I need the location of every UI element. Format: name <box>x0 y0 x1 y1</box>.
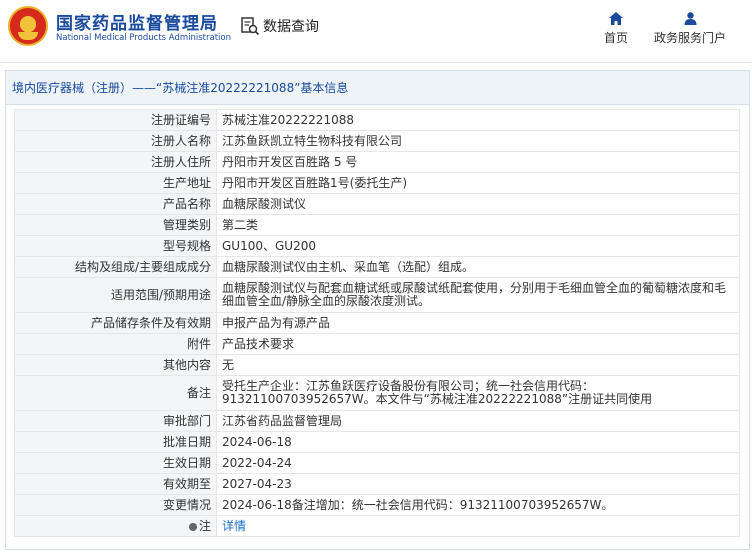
table-row: 备注 受托生产企业：江苏鱼跃医疗设备股份有限公司；统一社会信用代码：9132110… <box>14 375 740 411</box>
table-row: 管理类别 第二类 <box>14 214 740 236</box>
row-value: 苏械注准20222221088 <box>216 109 740 131</box>
row-value: 江苏省药品监督管理局 <box>216 410 740 432</box>
panel-title: 境内医疗器械（注册）——“苏械注准20222221088”基本信息 <box>6 71 749 105</box>
table-row: 适用范围/预期用途 血糖尿酸测试仪与配套血糖试纸或尿酸试纸配套使用，分别用于毛细血… <box>14 277 740 313</box>
table-row: 注册人名称 江苏鱼跃凯立特生物科技有限公司 <box>14 130 740 152</box>
table-row: 有效期至 2027-04-23 <box>14 473 740 495</box>
row-value: 丹阳市开发区百胜路1号(委托生产) <box>216 172 740 194</box>
row-label: 批准日期 <box>14 431 217 453</box>
row-label: 注册人住所 <box>14 151 217 173</box>
row-label: 注册人名称 <box>14 130 217 152</box>
site-header: 国家药品监督管理局 National Medical Products Admi… <box>0 0 752 58</box>
registration-info-table: 注册证编号 苏械注准20222221088 注册人名称 江苏鱼跃凯立特生物科技有限公… <box>14 109 740 537</box>
row-label: 变更情况 <box>14 494 217 516</box>
data-query-title[interactable]: 数据查询 <box>240 16 319 36</box>
table-row: 注册人住所 丹阳市开发区百胜路 5 号 <box>14 151 740 173</box>
table-row: 其他内容无 <box>14 354 740 376</box>
brand-name-en[interactable]: National Medical Products Administration <box>56 33 231 43</box>
row-value: 第二类 <box>216 214 740 236</box>
table-row: 产品名称 血糖尿酸测试仪 <box>14 193 740 215</box>
table-row: 审批部门 江苏省药品监督管理局 <box>14 410 740 432</box>
national-emblem-logo[interactable] <box>8 6 48 46</box>
row-label: 备注 <box>14 375 217 411</box>
row-value: 2027-04-23 <box>216 473 740 495</box>
data-query-label: 数据查询 <box>263 19 319 35</box>
row-value: 2024-06-18 <box>216 431 740 453</box>
row-label: 结构及组成/主要组成成分 <box>14 256 217 278</box>
user-icon <box>684 12 696 25</box>
row-label: 生效日期 <box>14 452 217 474</box>
row-value: 产品技术要求 <box>216 333 740 355</box>
nav-home[interactable]: 首页 <box>600 12 632 46</box>
nav-home-label: 首页 <box>603 31 628 45</box>
info-panel: 境内医疗器械（注册）——“苏械注准20222221088”基本信息 注册证编号苏… <box>5 70 750 550</box>
row-label-note: 注 <box>14 515 217 537</box>
row-value: 血糖尿酸测试仪 <box>216 193 740 215</box>
row-value: 申报产品为有源产品 <box>216 312 740 334</box>
row-label: 适用范围/预期用途 <box>14 277 217 313</box>
row-label: 其他内容 <box>14 354 217 376</box>
table-row: 型号规格 GU100、GU200 <box>14 235 740 257</box>
row-value: 血糖尿酸测试仪由主机、采血笔（选配）组成。 <box>216 256 740 278</box>
table-row: 变更情况 2024-06-18备注增加：统一社会信用代码：913211007039… <box>14 494 740 516</box>
nav-gov-service[interactable]: 政务服务门户 <box>652 12 728 46</box>
row-label: 审批部门 <box>14 410 217 432</box>
row-value: 江苏鱼跃凯立特生物科技有限公司 <box>216 130 740 152</box>
note-label: 注 <box>198 518 211 533</box>
row-label: 注册证编号 <box>14 109 217 131</box>
table-row: 生效日期 2022-04-24 <box>14 452 740 474</box>
row-label: 生产地址 <box>14 172 217 194</box>
brand-name-cn[interactable]: 国家药品监督管理局 <box>56 9 218 34</box>
row-value: 2022-04-24 <box>216 452 740 474</box>
search-document-icon <box>241 17 260 36</box>
home-icon <box>609 12 623 25</box>
table-row: 批准日期 2024-06-18 <box>14 431 740 453</box>
row-label: 产品名称 <box>14 193 217 215</box>
nav-gov-label: 政务服务门户 <box>653 31 726 45</box>
row-value: 2024-06-18备注增加：统一社会信用代码：9132110070395265… <box>216 494 740 516</box>
table-row: 注 详情 <box>14 515 740 537</box>
row-value: GU100、GU200 <box>216 235 740 257</box>
row-value: 无 <box>216 354 740 376</box>
table-row: 产品储存条件及有效期 申报产品为有源产品 <box>14 312 740 334</box>
row-value: 详情 <box>216 515 740 537</box>
table-row: 注册证编号 苏械注准20222221088 <box>14 109 740 131</box>
row-value: 受托生产企业：江苏鱼跃医疗设备股份有限公司；统一社会信用代码：913211007… <box>216 375 740 411</box>
row-value: 血糖尿酸测试仪与配套血糖试纸或尿酸试纸配套使用，分别用于毛细血管全血的葡萄糖浓度… <box>216 277 740 313</box>
pin-icon <box>188 522 197 531</box>
row-label: 管理类别 <box>14 214 217 236</box>
row-label: 产品储存条件及有效期 <box>14 312 217 334</box>
row-label: 有效期至 <box>14 473 217 495</box>
table-row: 结构及组成/主要组成成分 血糖尿酸测试仪由主机、采血笔（选配）组成。 <box>14 256 740 278</box>
details-link[interactable]: 详情 <box>222 519 246 533</box>
table-row: 附件 产品技术要求 <box>14 333 740 355</box>
header-divider <box>0 62 752 63</box>
row-label: 型号规格 <box>14 235 217 257</box>
table-row: 生产地址 丹阳市开发区百胜路1号(委托生产) <box>14 172 740 194</box>
row-value: 丹阳市开发区百胜路 5 号 <box>216 151 740 173</box>
row-label: 附件 <box>14 333 217 355</box>
